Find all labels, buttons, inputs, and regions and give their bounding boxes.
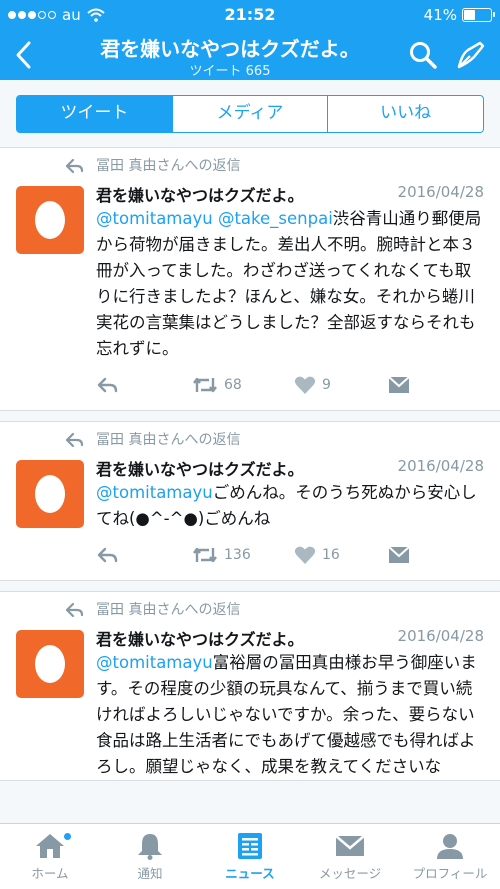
reply-button[interactable]: [96, 544, 118, 566]
retweet-icon: [193, 377, 217, 393]
compose-icon[interactable]: [456, 40, 486, 70]
tab-news[interactable]: ニュース: [200, 824, 300, 889]
reply-context-text: 冨田 真由さんへの返信: [96, 602, 241, 618]
mention-link[interactable]: @tomitamayu: [96, 653, 213, 672]
reply-context-text: 冨田 真由さんへの返信: [96, 432, 241, 448]
tab-messages-label: メッセージ: [318, 866, 382, 881]
retweet-count: 68: [224, 377, 242, 393]
retweet-button[interactable]: 136: [192, 544, 251, 566]
tweet[interactable]: 冨田 真由さんへの返信 君を嫌いなやつはクズだよ。 2016/04/28 @to…: [0, 148, 500, 411]
reply-context-text: 冨田 真由さんへの返信: [96, 158, 241, 174]
reply-icon: [97, 547, 118, 563]
navigation-bar: 君を嫌いなやつはクズだよ。 ツイート 665: [0, 30, 500, 80]
bell-icon: [138, 834, 162, 860]
egg-avatar-icon: [35, 475, 65, 513]
tweet-count: ツイート 665: [189, 64, 271, 79]
profile-icon: [437, 834, 463, 859]
envelope-icon: [388, 546, 410, 563]
author-name[interactable]: 君を嫌いなやつはクズだよ。: [96, 182, 304, 206]
envelope-icon: [335, 835, 365, 856]
tweet-actions: 136 16: [96, 532, 484, 580]
news-icon: [238, 833, 262, 859]
back-chevron-icon[interactable]: [12, 38, 36, 72]
author-name[interactable]: 君を嫌いなやつはクズだよ。: [96, 456, 304, 480]
bottom-tab-bar: ホーム 通知 ニュース メッセージ プロフィール: [0, 823, 500, 889]
reply-icon: [97, 377, 118, 393]
tweet[interactable]: 冨田 真由さんへの返信 君を嫌いなやつはクズだよ。 2016/04/28 @to…: [0, 591, 500, 781]
tab-notifications[interactable]: 通知: [100, 824, 200, 889]
battery-icon: [462, 8, 495, 22]
author-name[interactable]: 君を嫌いなやつはクズだよ。: [96, 626, 304, 650]
like-button[interactable]: 16: [294, 544, 340, 566]
tab-notifications-label: 通知: [137, 866, 163, 881]
reply-context: 冨田 真由さんへの返信: [0, 428, 500, 454]
segmented-control: ツイート メディア いいね: [16, 95, 484, 133]
reply-button[interactable]: [96, 374, 118, 396]
tab-profile[interactable]: プロフィール: [400, 824, 500, 889]
tweet-date: 2016/04/28: [397, 627, 484, 645]
like-count: 16: [322, 547, 340, 563]
tweet-body: 渋谷青山通り郵便局から荷物が届きました。差出人不明。腕時計と本３冊が入ってました…: [96, 209, 482, 358]
tweet-text: @tomitamayuごめんね。そのうち死ぬから安心してね(●^-^●)ごめんね: [96, 480, 484, 532]
mention-link[interactable]: @tomitamayu: [96, 483, 213, 502]
reply-arrow-icon: [65, 158, 84, 174]
tweet-date: 2016/04/28: [397, 183, 484, 201]
reply-arrow-icon: [65, 602, 84, 618]
timeline[interactable]: 冨田 真由さんへの返信 君を嫌いなやつはクズだよ。 2016/04/28 @to…: [0, 148, 500, 823]
reply-context: 冨田 真由さんへの返信: [0, 598, 500, 624]
tab-home-label: ホーム: [31, 866, 69, 881]
tweet-actions: 68 9: [96, 362, 484, 410]
home-icon: [36, 834, 64, 858]
like-count: 9: [322, 377, 331, 393]
retweet-icon: [193, 547, 217, 563]
egg-avatar-icon: [35, 645, 65, 683]
page-title: 君を嫌いなやつはクズだよ。: [100, 37, 360, 61]
heart-icon: [294, 546, 316, 564]
status-bar: au 21:52 41%: [0, 0, 500, 30]
avatar[interactable]: [16, 460, 84, 528]
tab-tweets[interactable]: ツイート: [17, 96, 172, 132]
direct-message-button[interactable]: [388, 374, 410, 396]
battery-percent: 41%: [423, 6, 457, 24]
heart-icon: [294, 376, 316, 394]
tweet-text: @tomitamayu @take_senpai渋谷青山通り郵便局から荷物が届き…: [96, 206, 484, 362]
tab-likes[interactable]: いいね: [327, 96, 483, 132]
avatar[interactable]: [16, 630, 84, 698]
egg-avatar-icon: [35, 201, 65, 239]
retweet-count: 136: [224, 547, 251, 563]
tab-messages[interactable]: メッセージ: [300, 824, 400, 889]
reply-context: 冨田 真由さんへの返信: [0, 154, 500, 180]
tab-home[interactable]: ホーム: [0, 824, 100, 889]
tweet-date: 2016/04/28: [397, 457, 484, 475]
envelope-icon: [388, 376, 410, 393]
direct-message-button[interactable]: [388, 544, 410, 566]
like-button[interactable]: 9: [294, 374, 331, 396]
retweet-button[interactable]: 68: [192, 374, 242, 396]
tweet[interactable]: 冨田 真由さんへの返信 君を嫌いなやつはクズだよ。 2016/04/28 @to…: [0, 421, 500, 581]
tab-media[interactable]: メディア: [171, 96, 328, 132]
status-right: 41%: [423, 6, 495, 24]
avatar[interactable]: [16, 186, 84, 254]
reply-arrow-icon: [65, 432, 84, 448]
new-tweets-dot: [64, 833, 71, 840]
mention-link[interactable]: @tomitamayu @take_senpai: [96, 209, 333, 228]
tab-news-label: ニュース: [225, 866, 275, 881]
tweet-text: @tomitamayu富裕層の冨田真由様お早う御座います。その程度の少額の玩具な…: [96, 650, 484, 780]
profile-tabs-container: ツイート メディア いいね: [0, 80, 500, 148]
tab-profile-label: プロフィール: [412, 866, 488, 881]
search-icon[interactable]: [408, 40, 438, 70]
